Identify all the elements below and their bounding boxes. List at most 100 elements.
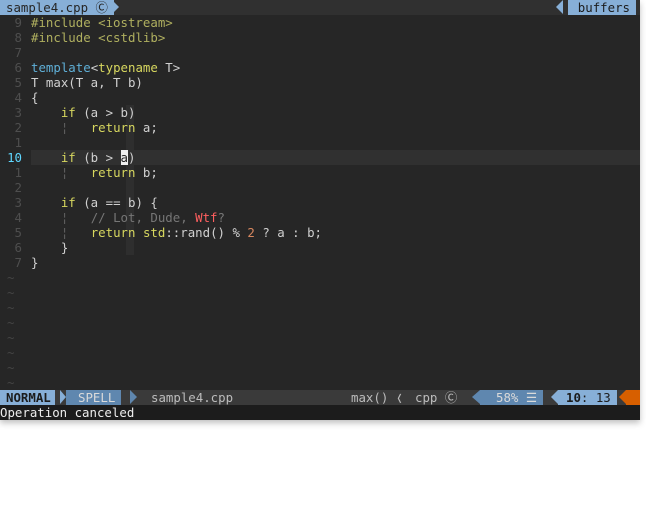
line-number: 9	[14, 15, 22, 30]
c-icon: Ⓒ	[95, 0, 108, 15]
buffers-separator	[556, 0, 563, 14]
line-number: 2	[14, 120, 22, 135]
code-token: }	[31, 255, 39, 270]
code-line[interactable]: 7}	[0, 255, 640, 270]
spell-separator	[130, 390, 137, 404]
code-text: }	[31, 240, 68, 255]
code-line[interactable]: 1 ¦ return b;	[0, 165, 640, 180]
empty-line-marker: ~	[0, 315, 640, 330]
code-token: T max(T a, T b)	[31, 75, 143, 90]
tilde-glyph: ~	[7, 375, 15, 390]
code-token: return	[90, 225, 136, 240]
code-token: Wtf	[195, 210, 218, 225]
code-token: T>	[157, 60, 181, 75]
code-line[interactable]: 2	[0, 180, 640, 195]
code-text: }	[31, 255, 38, 270]
line-number: 5	[14, 225, 22, 240]
code-token: if	[60, 150, 76, 165]
empty-line-marker: ~	[0, 285, 640, 300]
code-line[interactable]: 3 if (a > b)	[0, 105, 640, 120]
status-filename: sample4.cpp	[151, 390, 234, 405]
code-token: (b >	[75, 150, 121, 165]
spell-indicator: SPELL	[66, 390, 122, 405]
code-text: ¦ return a;	[31, 120, 158, 135]
line-number: 3	[14, 195, 22, 210]
code-token: ::rand() %	[165, 225, 248, 240]
code-token: // Lot, Dude,	[90, 210, 196, 225]
status-filetype: cpp Ⓒ	[415, 390, 457, 405]
code-line[interactable]: 10 if (b > a)	[0, 150, 640, 165]
code-token: std	[142, 225, 166, 240]
status-function: max() ❬	[351, 390, 404, 405]
tilde-glyph: ~	[7, 330, 15, 345]
tilde-glyph: ~	[7, 300, 15, 315]
code-text: if (b > a)	[31, 150, 135, 165]
code-text: if (a == b) {	[31, 195, 158, 210]
statusline: NORMAL SPELL sample4.cpp max() ❬ cpp Ⓒ 5…	[0, 390, 640, 405]
command-line[interactable]: Operation canceled	[0, 405, 640, 420]
code-token: return	[90, 165, 136, 180]
code-line[interactable]: 8 #include <cstdlib>	[0, 30, 640, 45]
code-line[interactable]: 1	[0, 135, 640, 150]
code-token: if	[60, 105, 76, 120]
code-text: if (a > b)	[31, 105, 136, 120]
line-number: 1	[14, 165, 22, 180]
empty-line-marker: ~	[0, 300, 640, 315]
code-token: ? a : b;	[254, 225, 322, 240]
code-token: typename	[98, 60, 158, 75]
code-text: template<typename T>	[31, 60, 180, 75]
code-line[interactable]: 5 T max(T a, T b)	[0, 75, 640, 90]
buffers-button[interactable]: buffers	[567, 0, 636, 15]
code-token: (a == b) {	[75, 195, 158, 210]
code-line[interactable]: 9 #include <iostream>	[0, 15, 640, 30]
code-token: if	[60, 195, 76, 210]
code-token: }	[31, 240, 69, 255]
code-line[interactable]: 3 if (a == b) {	[0, 195, 640, 210]
tilde-glyph: ~	[7, 360, 15, 375]
line-number: 10	[7, 150, 22, 165]
code-token: #include <cstdlib>	[31, 30, 166, 45]
tab-filename: sample4.cpp	[6, 0, 89, 15]
tilde-glyph: ~	[7, 270, 15, 285]
buffer-tab[interactable]: sample4.cpp Ⓒ	[0, 0, 114, 15]
code-text: ¦ // Lot, Dude, Wtf?	[31, 210, 225, 225]
line-number: 4	[14, 210, 22, 225]
text-cursor: a	[120, 150, 128, 165]
tabline: sample4.cpp Ⓒ buffers	[0, 0, 640, 15]
empty-line-marker: ~	[0, 330, 640, 345]
code-line[interactable]: 6 template<typename T>	[0, 60, 640, 75]
code-text: ¦ return std::rand() % 2 ? a : b;	[31, 225, 322, 240]
code-token: (a > b)	[75, 105, 136, 120]
pos-separator	[551, 390, 558, 404]
code-line[interactable]: 4{	[0, 90, 640, 105]
line-number: 3	[14, 105, 22, 120]
code-token: return	[90, 120, 136, 135]
code-line[interactable]: 5 ¦ return std::rand() % 2 ? a : b;	[0, 225, 640, 240]
empty-line-marker: ~	[0, 375, 640, 390]
code-line[interactable]: 2 ¦ return a;	[0, 120, 640, 135]
empty-line-marker: ~	[0, 360, 640, 375]
terminal-window: sample4.cpp Ⓒ buffers 9 #include <iostrea…	[0, 0, 640, 420]
pct-separator	[472, 390, 480, 404]
tilde-glyph: ~	[7, 315, 15, 330]
code-token: #include <iostream>	[31, 15, 173, 30]
line-number: 7	[14, 45, 22, 60]
line-number: 2	[14, 180, 22, 195]
code-text: T max(T a, T b)	[31, 75, 143, 90]
code-token: template	[31, 60, 91, 75]
code-line[interactable]: 7	[0, 45, 640, 60]
status-column: : 13	[580, 390, 611, 405]
code-text: #include <cstdlib>	[31, 30, 165, 45]
code-line[interactable]: 6 }	[0, 240, 640, 255]
code-text: #include <iostream>	[31, 15, 173, 30]
code-line[interactable]: 4 ¦ // Lot, Dude, Wtf?	[0, 210, 640, 225]
